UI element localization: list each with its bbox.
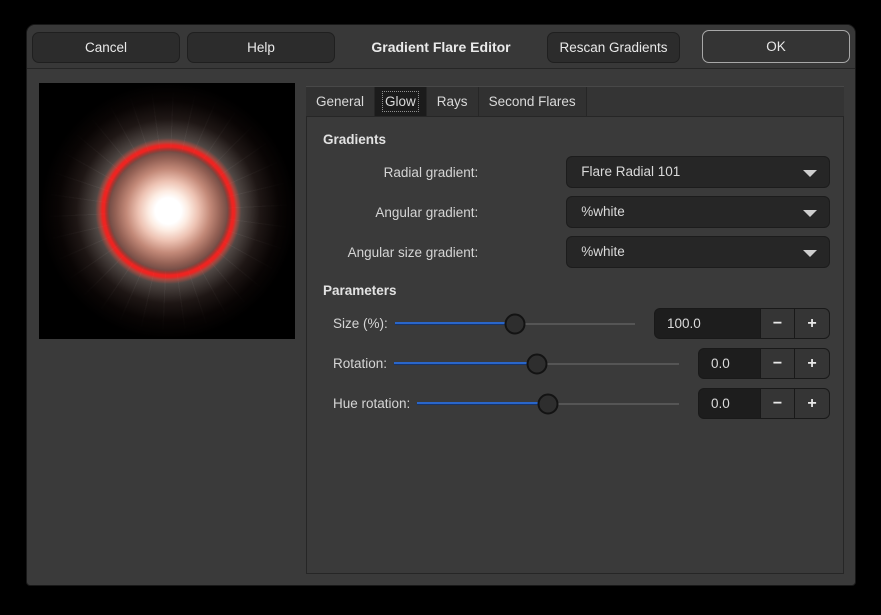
size-slider[interactable] bbox=[395, 308, 635, 339]
hue-rotation-entry[interactable]: 0.0 bbox=[698, 388, 761, 419]
angular-size-gradient-dropdown[interactable]: %white bbox=[566, 236, 830, 268]
gradients-section-heading: Gradients bbox=[323, 132, 843, 148]
tab-general-label: General bbox=[316, 94, 364, 109]
tab-general[interactable]: General bbox=[306, 87, 375, 116]
dropdown-arrow-icon bbox=[803, 210, 817, 217]
cancel-button[interactable]: Cancel bbox=[32, 32, 180, 63]
tab-second-flares-label: Second Flares bbox=[489, 94, 576, 109]
rotation-spinbox: 0.0 − + bbox=[698, 348, 830, 379]
flare-preview bbox=[39, 83, 295, 339]
angular-size-gradient-value: %white bbox=[581, 244, 625, 259]
hue-rotation-increment-button[interactable]: + bbox=[795, 388, 830, 419]
rotation-label: Rotation: bbox=[333, 356, 387, 371]
size-decrement-button[interactable]: − bbox=[761, 308, 795, 339]
hue-rotation-row: Hue rotation: 0.0 − + bbox=[333, 388, 830, 419]
hue-rotation-decrement-button[interactable]: − bbox=[761, 388, 795, 419]
gradient-flare-editor-window: Cancel Help Gradient Flare Editor Rescan… bbox=[26, 24, 856, 586]
size-increment-button[interactable]: + bbox=[795, 308, 830, 339]
size-label: Size (%): bbox=[333, 316, 388, 331]
hue-rotation-slider[interactable] bbox=[417, 388, 679, 419]
window-title: Gradient Flare Editor bbox=[347, 25, 535, 69]
rotation-decrement-button[interactable]: − bbox=[761, 348, 795, 379]
dropdown-arrow-icon bbox=[803, 250, 817, 257]
rotation-row: Rotation: 0.0 − + bbox=[333, 348, 830, 379]
size-entry[interactable]: 100.0 bbox=[654, 308, 761, 339]
slider-handle[interactable] bbox=[504, 314, 525, 335]
hue-rotation-spinbox: 0.0 − + bbox=[698, 388, 830, 419]
angular-size-gradient-label: Angular size gradient: bbox=[323, 245, 478, 260]
slider-fill bbox=[395, 322, 515, 325]
header-bar: Cancel Help Gradient Flare Editor Rescan… bbox=[27, 25, 855, 69]
angular-gradient-label: Angular gradient: bbox=[323, 205, 478, 220]
parameters-section-heading: Parameters bbox=[323, 283, 843, 299]
tab-glow[interactable]: Glow bbox=[375, 87, 427, 116]
angular-gradient-value: %white bbox=[581, 204, 625, 219]
radial-gradient-row: Radial gradient: Flare Radial 101 bbox=[323, 156, 830, 188]
ok-button[interactable]: OK bbox=[702, 30, 850, 63]
rotation-increment-button[interactable]: + bbox=[795, 348, 830, 379]
slider-handle[interactable] bbox=[538, 394, 559, 415]
rotation-slider[interactable] bbox=[394, 348, 679, 379]
settings-notebook: General Glow Rays Second Flares Gradient… bbox=[306, 86, 844, 574]
help-button[interactable]: Help bbox=[187, 32, 335, 63]
slider-handle[interactable] bbox=[526, 354, 547, 375]
dropdown-arrow-icon bbox=[803, 170, 817, 177]
tab-glow-label: Glow bbox=[385, 94, 416, 109]
tab-rays-label: Rays bbox=[437, 94, 468, 109]
radial-gradient-label: Radial gradient: bbox=[323, 165, 478, 180]
size-row: Size (%): 100.0 − + bbox=[333, 308, 830, 339]
angular-gradient-row: Angular gradient: %white bbox=[323, 196, 830, 228]
screen: Cancel Help Gradient Flare Editor Rescan… bbox=[0, 0, 881, 615]
glow-tab-panel: Gradients Radial gradient: Flare Radial … bbox=[306, 116, 844, 574]
slider-fill bbox=[417, 402, 548, 405]
angular-gradient-dropdown[interactable]: %white bbox=[566, 196, 830, 228]
hue-rotation-label: Hue rotation: bbox=[333, 396, 410, 411]
tab-bar: General Glow Rays Second Flares bbox=[306, 86, 844, 116]
tab-rays[interactable]: Rays bbox=[427, 87, 479, 116]
dialog-content: General Glow Rays Second Flares Gradient… bbox=[27, 69, 855, 585]
radial-gradient-dropdown[interactable]: Flare Radial 101 bbox=[566, 156, 830, 188]
radial-gradient-value: Flare Radial 101 bbox=[581, 164, 680, 179]
rotation-entry[interactable]: 0.0 bbox=[698, 348, 761, 379]
rescan-gradients-button[interactable]: Rescan Gradients bbox=[547, 32, 680, 63]
flare-image bbox=[39, 83, 295, 339]
slider-fill bbox=[394, 362, 536, 365]
size-spinbox: 100.0 − + bbox=[654, 308, 830, 339]
angular-size-gradient-row: Angular size gradient: %white bbox=[323, 236, 830, 268]
tab-second-flares[interactable]: Second Flares bbox=[479, 87, 587, 116]
